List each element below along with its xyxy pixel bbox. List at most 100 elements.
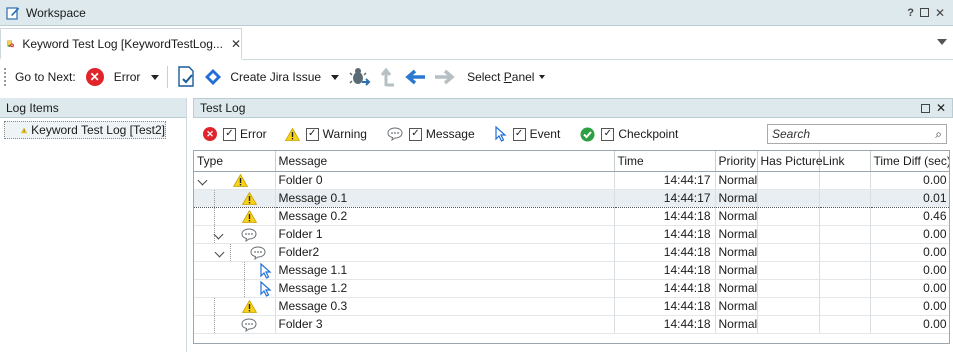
type-cell[interactable] [194, 171, 276, 190]
log-item-label: Keyword Test Log [Test2] [31, 123, 165, 137]
table-row[interactable]: Message 0.3 14:44:18 Normal 0.00 [194, 297, 949, 316]
warning-icon [241, 191, 257, 207]
priority-cell: Normal [715, 225, 758, 244]
table-row[interactable]: Folder 0 14:44:17 Normal 0.00 [194, 171, 949, 190]
search-input[interactable]: Search ⌕ [767, 124, 947, 144]
filter-warning[interactable]: ✓ Warning [284, 127, 367, 141]
filter-error-label: Error [240, 127, 267, 141]
column-header-time[interactable]: Time [614, 151, 716, 172]
time-cell: 14:44:18 [614, 297, 716, 316]
table-row[interactable]: Folder 1 14:44:18 Normal 0.00 [194, 225, 949, 244]
message-checkbox[interactable]: ✓ [408, 127, 422, 141]
has-picture-cell [757, 261, 820, 280]
filter-warning-label: Warning [322, 127, 367, 141]
expand-collapse-icon[interactable] [214, 247, 225, 257]
error-checkbox[interactable]: ✓ [223, 127, 236, 141]
type-cell[interactable] [194, 315, 276, 334]
table-row[interactable]: Message 0.1 14:44:17 Normal 0.01 [194, 188, 949, 208]
error-label: Error [113, 70, 141, 84]
expand-collapse-icon[interactable] [197, 175, 208, 185]
filter-error[interactable]: ✕ ✓ Error [203, 127, 267, 141]
event-icon [495, 126, 507, 142]
toolbar: Go to Next: ✕ Error Create Jira Issue Se… [0, 61, 953, 93]
link-cell [819, 171, 871, 190]
test-log-table: Type Message Time Priority Has Picture L… [194, 151, 949, 334]
table-row[interactable]: Folder2 14:44:18 Normal 0.00 [194, 243, 949, 262]
type-cell[interactable] [194, 188, 276, 208]
column-header-time-diff[interactable]: Time Diff (sec) [870, 151, 949, 172]
type-cell[interactable] [194, 243, 276, 262]
event-checkbox[interactable]: ✓ [512, 127, 526, 141]
tree-line [244, 261, 245, 278]
help-button[interactable]: ? [907, 7, 914, 19]
tab-label: Keyword Test Log [KeywordTestLog... [22, 36, 223, 51]
create-jira-issue-button[interactable]: Create Jira Issue [204, 68, 321, 86]
warning-checkbox[interactable]: ✓ [305, 127, 319, 141]
table-row[interactable]: Message 1.2 14:44:18 Normal 0.00 [194, 279, 949, 298]
has-picture-cell [757, 279, 820, 298]
message-cell: Folder 1 [275, 225, 615, 244]
maximize-button[interactable] [919, 8, 929, 17]
workspace-title: Workspace [26, 5, 86, 20]
type-cell[interactable] [194, 207, 276, 226]
priority-cell: Normal [715, 279, 758, 298]
report-checkpoint-icon[interactable] [176, 66, 198, 88]
tab-close-icon[interactable]: ✕ [231, 37, 241, 51]
time-diff-cell: 0.01 [870, 188, 949, 208]
go-to-next-label: Go to Next: [15, 70, 76, 84]
search-icon[interactable]: ⌕ [935, 127, 942, 142]
table-row[interactable]: Message 1.1 14:44:18 Normal 0.00 [194, 261, 949, 280]
workspace-icon [6, 6, 20, 20]
panel-close-button[interactable]: ✕ [936, 101, 946, 115]
back-arrow-icon[interactable] [405, 66, 427, 88]
column-header-link[interactable]: Link [819, 151, 871, 172]
tree-line [214, 207, 215, 224]
jira-dropdown-caret-icon[interactable] [331, 74, 340, 80]
type-cell[interactable] [194, 261, 276, 280]
time-diff-cell: 0.00 [870, 315, 949, 334]
test-log-icon [7, 40, 14, 47]
column-header-message[interactable]: Message [275, 151, 615, 172]
toolbar-grip[interactable] [4, 68, 7, 86]
create-jira-issue-label: Create Jira Issue [230, 70, 322, 84]
go-to-next-error-button[interactable]: ✕ Error [85, 68, 141, 86]
column-header-type[interactable]: Type [194, 151, 276, 172]
panel-maximize-button[interactable] [920, 103, 930, 113]
has-picture-cell [757, 297, 820, 316]
link-cell [819, 297, 871, 316]
table-row[interactable]: Folder 3 14:44:18 Normal 0.00 [194, 315, 949, 334]
priority-cell: Normal [715, 261, 758, 280]
link-cell [819, 315, 871, 334]
type-cell[interactable] [194, 297, 276, 316]
filter-event[interactable]: ✓ Event [495, 126, 561, 142]
table-row[interactable]: Message 0.2 14:44:18 Normal 0.46 [194, 207, 949, 226]
tree-line [244, 279, 245, 296]
filter-event-label: Event [529, 127, 561, 141]
filter-checkpoint[interactable]: ✓ Checkpoint [580, 127, 678, 142]
tab-keyword-test-log[interactable]: Keyword Test Log [KeywordTestLog... ✕ [0, 28, 242, 60]
type-cell[interactable] [194, 279, 276, 298]
select-panel-button[interactable]: Select Panel [467, 70, 546, 84]
bug-export-icon[interactable] [349, 66, 371, 88]
column-header-priority[interactable]: Priority [715, 151, 758, 172]
table-header-row: Type Message Time Priority Has Picture L… [194, 151, 949, 172]
log-item-keyword-test-log[interactable]: Keyword Test Log [Test2] [4, 121, 166, 139]
tab-list-dropdown-icon[interactable] [937, 39, 947, 45]
close-workspace-button[interactable]: ✕ [935, 7, 945, 19]
priority-cell: Normal [715, 315, 758, 334]
column-header-has-picture[interactable]: Has Picture [757, 151, 823, 172]
checkpoint-checkbox[interactable]: ✓ [601, 127, 615, 141]
forward-arrow-icon[interactable] [433, 66, 455, 88]
time-diff-cell: 0.00 [870, 297, 949, 316]
toolbar-separator [167, 66, 169, 88]
message-icon [241, 227, 257, 243]
checkpoint-icon [580, 127, 595, 141]
select-panel-caret-icon [539, 75, 546, 79]
log-items-title: Log Items [6, 100, 59, 115]
expand-collapse-icon[interactable] [213, 229, 224, 239]
tree-line [214, 297, 215, 314]
filter-message[interactable]: ✓ Message [387, 127, 475, 141]
type-cell[interactable] [194, 225, 276, 244]
go-to-parent-icon[interactable] [377, 66, 399, 88]
error-dropdown-caret-icon[interactable] [151, 74, 160, 80]
